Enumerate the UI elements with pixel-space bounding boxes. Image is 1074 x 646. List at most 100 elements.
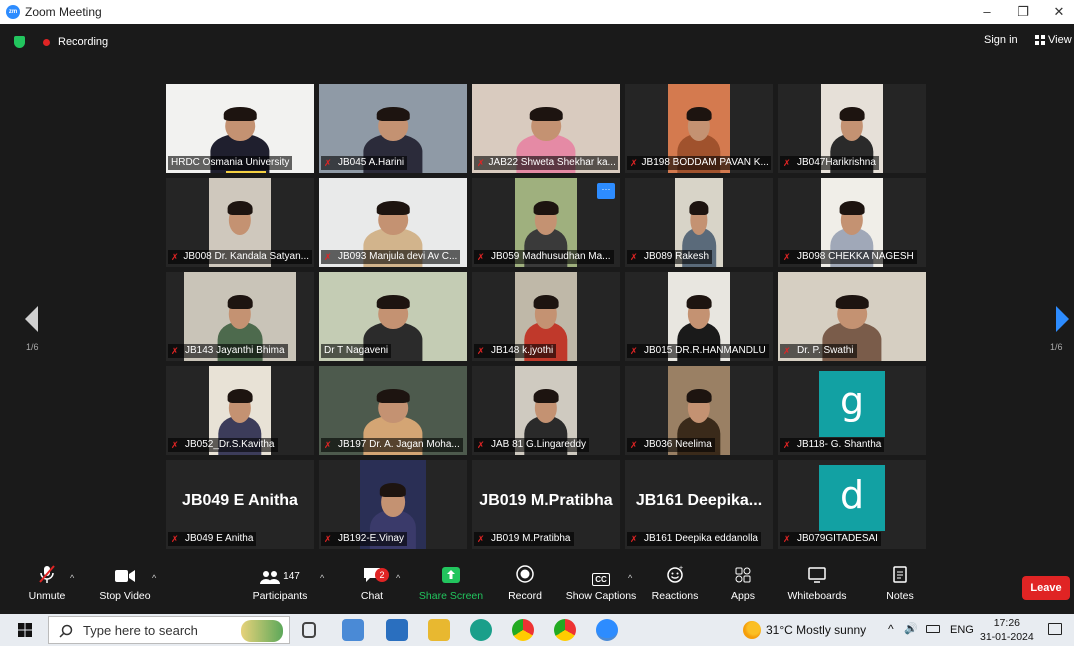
minimize-button[interactable]: – [972, 2, 1002, 22]
previous-page-arrow-icon[interactable] [22, 304, 42, 334]
participant-tile[interactable]: JB019 M.Pratibha ✗ JB019 M.Pratibha [472, 460, 620, 549]
notes-button[interactable]: Notes [882, 564, 918, 614]
chrome-profile-icon[interactable] [554, 619, 576, 641]
participant-name-label: ✗ JB198 BODDAM PAVAN K... [627, 156, 771, 170]
notification-center-icon[interactable] [1048, 623, 1062, 635]
recording-indicator[interactable]: Recording [14, 34, 108, 50]
edge-browser-icon[interactable] [470, 619, 492, 641]
participant-tile[interactable]: Dr T Nagaveni [319, 272, 467, 361]
participant-tile[interactable]: ✗ JB008 Dr. Kandala Satyan... [166, 178, 314, 267]
notes-icon [882, 564, 918, 590]
muted-mic-icon: ✗ [630, 252, 638, 262]
window-title-bar: zm Zoom Meeting – ❐ ✕ [0, 0, 1074, 24]
zoom-app-icon[interactable] [596, 619, 618, 641]
participants-caret-icon[interactable]: ^ [320, 573, 324, 583]
participant-tile[interactable]: ✗ JB197 Dr. A. Jagan Moha... [319, 366, 467, 455]
participant-display-name: JB161 Deepika... [635, 492, 763, 509]
apps-button[interactable]: Apps [726, 564, 760, 614]
record-label: Record [508, 590, 542, 602]
participant-tile[interactable]: ✗ JB015 DR.R.HANMANDLU [625, 272, 773, 361]
speaker-volume-icon[interactable]: 🔊 [904, 622, 918, 635]
participant-tile[interactable]: JB161 Deepika... ✗ JB161 Deepika eddanolla [625, 460, 773, 549]
participant-tile[interactable]: ✗ JB052_Dr.S.Kavitha [166, 366, 314, 455]
reactions-button[interactable]: + Reactions [650, 564, 700, 614]
muted-mic-icon: ✗ [324, 158, 332, 168]
view-button[interactable]: View [1035, 34, 1072, 46]
participant-gallery: HRDC Osmania University ✗ JB045 A.Harini ✗ J… [166, 84, 926, 554]
participant-tile[interactable]: ✗ JB089 Rakesh [625, 178, 773, 267]
participant-tile[interactable]: ✗ JAB22 Shweta Shekhar ka... [472, 84, 620, 173]
video-options-caret-icon[interactable]: ^ [152, 573, 156, 583]
battery-icon[interactable] [926, 625, 940, 633]
language-indicator[interactable]: ENG [950, 624, 974, 636]
notes-label: Notes [886, 590, 914, 602]
audio-options-caret-icon[interactable]: ^ [70, 573, 74, 583]
muted-mic-icon: ✗ [324, 440, 332, 450]
muted-mic-icon: ✗ [783, 440, 791, 450]
muted-mic-icon: ✗ [171, 346, 179, 356]
stop-video-label: Stop Video [99, 590, 151, 602]
close-button[interactable]: ✕ [1044, 2, 1074, 22]
stop-video-button[interactable]: Stop Video [96, 564, 154, 614]
restore-button[interactable]: ❐ [1008, 2, 1038, 22]
participant-tile[interactable]: ✗ JB148 k.jyothi [472, 272, 620, 361]
participants-button[interactable]: 147 Participants [250, 564, 310, 614]
participant-name-label: HRDC Osmania University [168, 156, 293, 170]
participant-tile[interactable]: ··· ✗ JB059 Madhusudhan Ma... [472, 178, 620, 267]
show-captions-button[interactable]: CC Show Captions [564, 564, 638, 614]
microsoft-store-icon[interactable] [342, 619, 364, 641]
chrome-browser-icon[interactable] [512, 619, 534, 641]
captions-caret-icon[interactable]: ^ [628, 573, 632, 583]
participant-avatar: g [819, 371, 885, 437]
participant-tile[interactable]: ✗ Dr. P. Swathi [778, 272, 926, 361]
participant-name-label: ✗ JB143 Jayanthi Bhima [168, 344, 288, 358]
participant-name: JAB22 Shweta Shekhar ka... [488, 157, 616, 168]
taskbar-search-box[interactable]: Type here to search [48, 616, 290, 644]
muted-mic-icon: ✗ [477, 346, 485, 356]
video-camera-icon [96, 564, 154, 590]
whiteboards-label: Whiteboards [787, 590, 847, 602]
muted-mic-icon: ✗ [783, 346, 791, 356]
more-options-icon[interactable]: ··· [597, 183, 615, 199]
participant-tile[interactable]: ✗ JB143 Jayanthi Bhima [166, 272, 314, 361]
chat-button[interactable]: 2 Chat [355, 564, 389, 614]
participant-display-name: JB019 M.Pratibha [479, 492, 613, 509]
sign-in-button[interactable]: Sign in [984, 34, 1018, 46]
participant-tile[interactable]: ✗ JB036 Neelima [625, 366, 773, 455]
participant-tile[interactable]: ✗ JAB 81 G.Lingareddy [472, 366, 620, 455]
file-explorer-icon[interactable] [428, 619, 450, 641]
grid-view-icon [1035, 35, 1045, 45]
clock[interactable]: 17:26 31-01-2024 [980, 616, 1034, 644]
participant-name-label: ✗ JB118- G. Shantha [780, 438, 885, 452]
weather-text[interactable]: 31°C Mostly sunny [766, 623, 866, 637]
record-button[interactable]: Record [504, 564, 546, 614]
unmute-button[interactable]: Unmute [22, 564, 72, 614]
mail-icon[interactable] [386, 619, 408, 641]
participant-tile[interactable]: ✗ JB093 Manjula devi Av C... [319, 178, 467, 267]
leave-button[interactable]: Leave [1022, 576, 1070, 600]
chat-caret-icon[interactable]: ^ [396, 573, 400, 583]
apps-label: Apps [731, 590, 755, 602]
whiteboards-button[interactable]: Whiteboards [784, 564, 850, 614]
muted-mic-icon: ✗ [630, 534, 638, 544]
participant-tile[interactable]: d ✗ JB079GITADESAI [778, 460, 926, 549]
participant-name: JB197 Dr. A. Jagan Moha... [338, 439, 460, 450]
tray-overflow-icon[interactable]: ^ [888, 622, 894, 636]
participant-tile[interactable]: ✗ JB047Harikrishna [778, 84, 926, 173]
participant-tile[interactable]: HRDC Osmania University [166, 84, 314, 173]
svg-text:+: + [679, 565, 683, 572]
participant-tile[interactable]: ✗ JB098 CHEKKA NAGESH [778, 178, 926, 267]
participant-tile[interactable]: g ✗ JB118- G. Shantha [778, 366, 926, 455]
task-view-icon[interactable] [302, 622, 316, 638]
participant-tile[interactable]: ✗ JB198 BODDAM PAVAN K... [625, 84, 773, 173]
participant-tile[interactable]: ✗ JB192-E.Vinay [319, 460, 467, 549]
muted-mic-icon: ✗ [783, 252, 791, 262]
participant-tile[interactable]: ✗ JB045 A.Harini [319, 84, 467, 173]
participant-name-label: ✗ JB045 A.Harini [321, 156, 408, 170]
participant-tile[interactable]: JB049 E Anitha ✗ JB049 E Anitha [166, 460, 314, 549]
windows-taskbar: Type here to search 31°C Mostly sunny ^ … [0, 614, 1074, 646]
share-screen-button[interactable]: Share Screen [418, 564, 484, 614]
windows-start-icon[interactable] [18, 623, 32, 637]
next-page-arrow-icon[interactable] [1052, 304, 1072, 334]
security-shield-icon [14, 36, 25, 48]
